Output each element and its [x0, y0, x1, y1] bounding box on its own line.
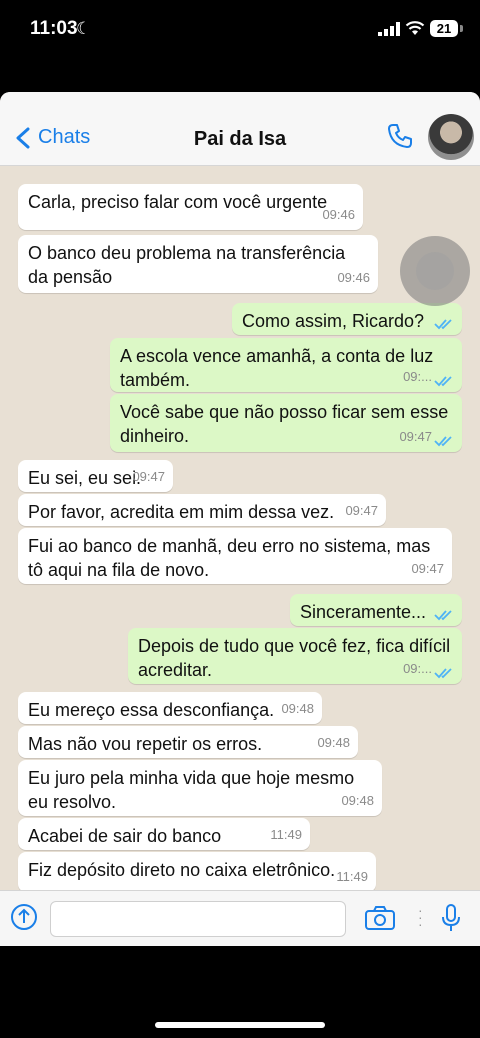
avatar[interactable] [428, 114, 474, 160]
message-text: Carla, preciso falar com você urgente [28, 192, 328, 212]
message-incoming[interactable]: Eu sei, eu sei. 09:47 [18, 460, 173, 492]
battery-indicator: 21 [430, 20, 458, 37]
message-text: A escola vence amanhã, a conta de luz ta… [120, 346, 434, 390]
message-incoming[interactable]: Eu mereço essa desconfiança. 09:48 [18, 692, 322, 724]
message-text: Sinceramente... [300, 602, 427, 622]
message-text: Fiz depósito direto no caixa eletrônico. [28, 860, 336, 880]
message-time: 09:47 [399, 429, 432, 444]
phone-icon[interactable] [386, 122, 414, 150]
message-text: Por favor, acredita em mim dessa vez. [28, 502, 335, 522]
message-incoming[interactable]: Por favor, acredita em mim dessa vez. 09… [18, 494, 386, 526]
double-check-icon [434, 319, 452, 330]
double-check-icon [434, 376, 452, 387]
double-check-icon [434, 436, 452, 447]
message-text: Acabei de sair do banco [28, 826, 222, 846]
plus-icon[interactable] [10, 903, 38, 931]
message-incoming[interactable]: O banco deu problema na transferência da… [18, 235, 378, 293]
message-outgoing[interactable]: A escola vence amanhã, a conta de luz ta… [110, 338, 462, 392]
message-time: 09:48 [281, 701, 314, 716]
message-incoming[interactable]: Eu juro pela minha vida que hoje mesmo e… [18, 760, 382, 816]
message-time: 11:49 [270, 827, 302, 842]
message-input[interactable] [50, 901, 346, 937]
double-check-icon [434, 610, 452, 621]
battery-tip [460, 25, 463, 32]
message-outgoing[interactable]: Você sabe que não posso ficar sem esse d… [110, 394, 462, 452]
message-incoming[interactable]: Fiz depósito direto no caixa eletrônico.… [18, 852, 376, 892]
touch-indicator-center [416, 252, 454, 290]
moon-icon: ☾ [76, 19, 92, 38]
message-time: 11:49 [336, 869, 368, 884]
message-time: 09:46 [337, 270, 370, 285]
signal-icon [378, 22, 400, 36]
message-time: 09:47 [411, 561, 444, 576]
message-time: 09:47 [345, 503, 378, 518]
home-indicator[interactable] [155, 1022, 325, 1028]
message-time: 09:48 [317, 735, 350, 750]
message-incoming[interactable]: Mas não vou repetir os erros. 09:48 [18, 726, 358, 758]
camera-icon[interactable] [364, 905, 396, 931]
status-bar: 11:03 ☾ 21 [0, 0, 480, 60]
message-outgoing[interactable]: Sinceramente... [290, 594, 462, 626]
status-time: 11:03 [30, 18, 78, 39]
message-text: Como assim, Ricardo? [242, 311, 425, 331]
chat-screen: Carla, preciso falar com você urgente 09… [0, 92, 480, 946]
double-check-icon [434, 668, 452, 679]
message-text: O banco deu problema na transferência da… [28, 243, 346, 287]
message-incoming[interactable]: Carla, preciso falar com você urgente 09… [18, 184, 363, 230]
message-text: Eu mereço essa desconfiança. [28, 700, 275, 720]
divider-dots: · · · [418, 902, 423, 932]
message-text: Eu sei, eu sei. [28, 468, 142, 488]
message-time: 09:46 [322, 207, 355, 222]
message-time: 09:... [403, 369, 432, 384]
message-text: Mas não vou repetir os erros. [28, 734, 263, 754]
input-bar: · · · [0, 890, 480, 946]
message-incoming[interactable]: Acabei de sair do banco 11:49 [18, 818, 310, 850]
message-time: 09:47 [132, 469, 165, 484]
microphone-icon[interactable] [440, 903, 462, 933]
message-outgoing[interactable]: Depois de tudo que você fez, fica difíci… [128, 628, 462, 684]
message-incoming[interactable]: Fui ao banco de manhã, deu erro no siste… [18, 528, 452, 584]
message-time: 09:... [403, 661, 432, 676]
message-outgoing[interactable]: Como assim, Ricardo? [232, 303, 462, 335]
message-time: 09:48 [341, 793, 374, 808]
chat-header: Chats Pai da Isa [0, 92, 480, 166]
message-text: Fui ao banco de manhã, deu erro no siste… [28, 536, 431, 580]
wifi-icon [405, 21, 425, 35]
message-text: Eu juro pela minha vida que hoje mesmo e… [28, 768, 355, 812]
